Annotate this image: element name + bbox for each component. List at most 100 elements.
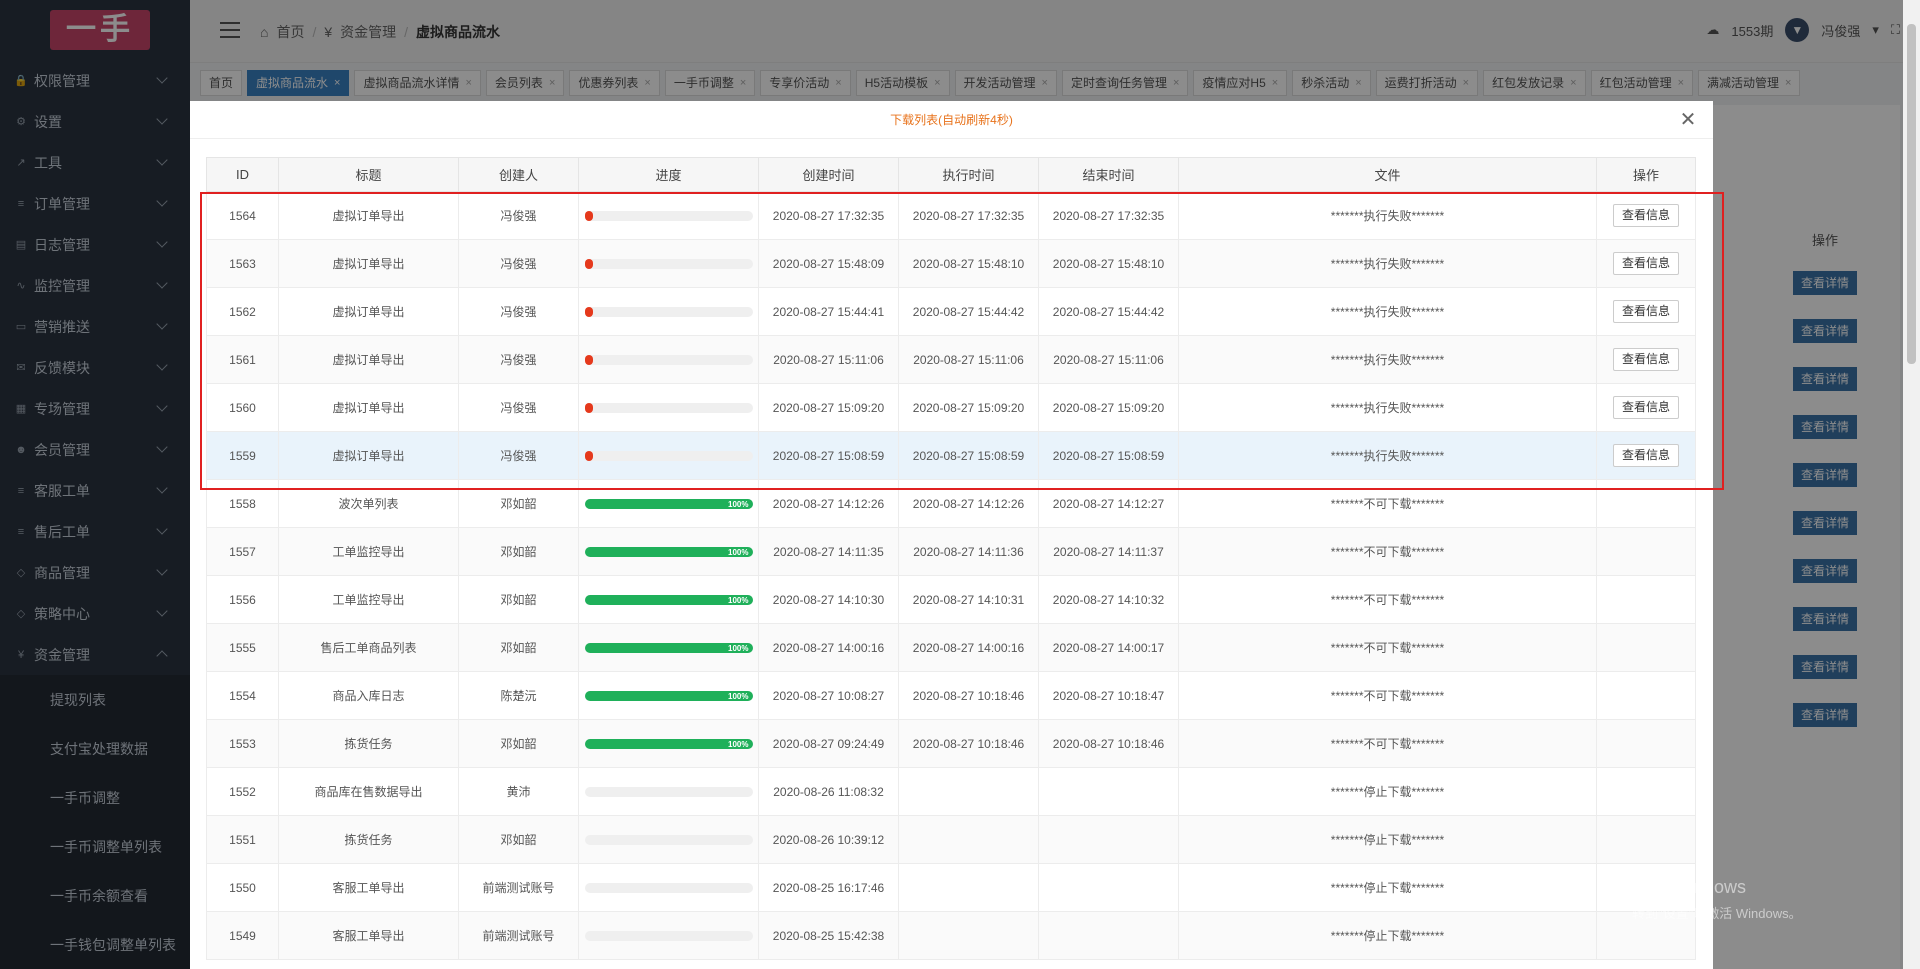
cell-id: 1553 <box>206 719 279 768</box>
table-row: 1549 客服工单导出 前端测试账号 2020-08-25 15:42:38 *****… <box>206 911 1696 960</box>
progress-bar <box>584 786 753 797</box>
cell-action <box>1596 623 1696 672</box>
cell-title: 售后工单商品列表 <box>278 623 459 672</box>
cell-title: 客服工单导出 <box>278 863 459 912</box>
progress-bar <box>584 882 753 893</box>
cell-ended-time <box>1038 767 1179 816</box>
progress-bar: 100% <box>584 498 753 509</box>
cell-ended-time <box>1038 911 1179 960</box>
cell-executed-time: 2020-08-27 14:10:31 <box>898 575 1039 624</box>
cell-file: *******不可下载******* <box>1178 623 1597 672</box>
progress-percent: 100% <box>728 595 749 605</box>
table-row: 1555 售后工单商品列表 邓如韶 100% 2020-08-27 14:00:16 20… <box>206 623 1696 672</box>
cell-creator: 邓如韶 <box>458 527 579 576</box>
column-header: 标题 <box>278 157 459 192</box>
cell-created-time: 2020-08-25 16:17:46 <box>758 863 899 912</box>
table-row: 1550 客服工单导出 前端测试账号 2020-08-25 16:17:46 *****… <box>206 863 1696 912</box>
cell-creator: 陈楚沅 <box>458 671 579 720</box>
cell-title: 工单监控导出 <box>278 575 459 624</box>
progress-percent: 100% <box>728 739 749 749</box>
cell-created-time: 2020-08-27 14:11:35 <box>758 527 899 576</box>
table-row: 1551 拣货任务 邓如韶 2020-08-26 10:39:12 *******停止下… <box>206 815 1696 864</box>
cell-file: *******停止下载******* <box>1178 863 1597 912</box>
cell-title: 工单监控导出 <box>278 527 459 576</box>
table-row: 1554 商品入库日志 陈楚沅 100% 2020-08-27 10:08:27 2020… <box>206 671 1696 720</box>
cell-title: 客服工单导出 <box>278 911 459 960</box>
cell-id: 1557 <box>206 527 279 576</box>
page-scrollbar[interactable] <box>1903 0 1920 969</box>
close-icon[interactable]: ✕ <box>1679 110 1697 130</box>
scrollbar-thumb[interactable] <box>1907 24 1916 364</box>
cell-title: 商品库在售数据导出 <box>278 767 459 816</box>
cell-id: 1549 <box>206 911 279 960</box>
cell-progress: 100% <box>578 623 759 672</box>
progress-bar: 100% <box>584 642 753 653</box>
column-header: 创建时间 <box>758 157 899 192</box>
modal-title: 下载列表(自动刷新4秒) <box>190 101 1713 139</box>
cell-creator: 前端测试账号 <box>458 911 579 960</box>
table-header-row: ID 标题 创建人 进度 创建时间 执行时间 结束时间 文件 操作 <box>206 157 1696 192</box>
cell-executed-time: 2020-08-27 14:00:16 <box>898 623 1039 672</box>
progress-bar: 100% <box>584 738 753 749</box>
cell-ended-time <box>1038 815 1179 864</box>
cell-ended-time: 2020-08-27 10:18:47 <box>1038 671 1179 720</box>
windows-watermark: 激活 Windows 转到"设置"以激活 Windows。 <box>1632 873 1802 922</box>
cell-title: 商品入库日志 <box>278 671 459 720</box>
highlight-box <box>200 192 1724 490</box>
cell-creator: 邓如韶 <box>458 815 579 864</box>
cell-id: 1552 <box>206 767 279 816</box>
table-row: 1552 商品库在售数据导出 黄沛 2020-08-26 11:08:32 ******… <box>206 767 1696 816</box>
cell-file: *******停止下载******* <box>1178 911 1597 960</box>
cell-created-time: 2020-08-27 09:24:49 <box>758 719 899 768</box>
cell-created-time: 2020-08-27 14:00:16 <box>758 623 899 672</box>
cell-creator: 黄沛 <box>458 767 579 816</box>
cell-created-time: 2020-08-25 15:42:38 <box>758 911 899 960</box>
cell-action <box>1596 671 1696 720</box>
cell-executed-time: 2020-08-27 14:11:36 <box>898 527 1039 576</box>
column-header: 执行时间 <box>898 157 1039 192</box>
progress-bar: 100% <box>584 546 753 557</box>
cell-id: 1550 <box>206 863 279 912</box>
column-header: 创建人 <box>458 157 579 192</box>
cell-ended-time: 2020-08-27 14:11:37 <box>1038 527 1179 576</box>
cell-ended-time <box>1038 863 1179 912</box>
column-header: 操作 <box>1596 157 1696 192</box>
cell-file: *******不可下载******* <box>1178 575 1597 624</box>
cell-created-time: 2020-08-27 10:08:27 <box>758 671 899 720</box>
cell-action <box>1596 575 1696 624</box>
cell-title: 拣货任务 <box>278 815 459 864</box>
cell-ended-time: 2020-08-27 14:10:32 <box>1038 575 1179 624</box>
cell-progress <box>578 815 759 864</box>
watermark-line1: 激活 Windows <box>1632 877 1747 897</box>
cell-progress: 100% <box>578 719 759 768</box>
cell-executed-time <box>898 815 1039 864</box>
column-header: 进度 <box>578 157 759 192</box>
cell-created-time: 2020-08-26 11:08:32 <box>758 767 899 816</box>
cell-executed-time: 2020-08-27 10:18:46 <box>898 719 1039 768</box>
cell-created-time: 2020-08-26 10:39:12 <box>758 815 899 864</box>
progress-bar: 100% <box>584 690 753 701</box>
column-header: 结束时间 <box>1038 157 1179 192</box>
cell-ended-time: 2020-08-27 10:18:46 <box>1038 719 1179 768</box>
cell-file: *******不可下载******* <box>1178 671 1597 720</box>
progress-percent: 100% <box>728 547 749 557</box>
cell-executed-time <box>898 863 1039 912</box>
cell-progress <box>578 767 759 816</box>
cell-file: *******不可下载******* <box>1178 527 1597 576</box>
cell-created-time: 2020-08-27 14:10:30 <box>758 575 899 624</box>
cell-progress: 100% <box>578 575 759 624</box>
cell-file: *******停止下载******* <box>1178 815 1597 864</box>
cell-id: 1555 <box>206 623 279 672</box>
cell-progress <box>578 911 759 960</box>
cell-action <box>1596 767 1696 816</box>
column-header: ID <box>206 157 279 192</box>
progress-percent: 100% <box>728 499 749 509</box>
progress-percent: 100% <box>728 691 749 701</box>
cell-progress: 100% <box>578 671 759 720</box>
cell-action <box>1596 815 1696 864</box>
table-row: 1557 工单监控导出 邓如韶 100% 2020-08-27 14:11:35 2020… <box>206 527 1696 576</box>
progress-bar <box>584 930 753 941</box>
cell-creator: 前端测试账号 <box>458 863 579 912</box>
cell-executed-time: 2020-08-27 10:18:46 <box>898 671 1039 720</box>
cell-id: 1554 <box>206 671 279 720</box>
